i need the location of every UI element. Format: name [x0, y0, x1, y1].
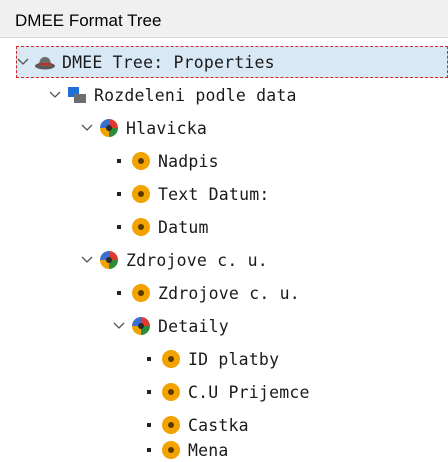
- tree-node-label: Hlavicka: [126, 118, 208, 138]
- bullet-icon: [142, 418, 156, 432]
- tree-node-label: Datum: [158, 217, 209, 237]
- tree-node-root[interactable]: DMEE Tree: Properties: [16, 46, 448, 78]
- bullet-icon: [142, 443, 156, 457]
- hat-icon: [34, 51, 56, 73]
- chevron-down-icon[interactable]: [80, 121, 94, 135]
- tree-node-label: DMEE Tree: Properties: [62, 52, 275, 72]
- orange-circle-icon: [160, 414, 182, 436]
- tree-node-element[interactable]: Mena: [142, 438, 229, 462]
- orange-circle-icon: [130, 150, 152, 172]
- tree-node-label: Detaily: [158, 316, 229, 336]
- segment-icon: [66, 84, 88, 106]
- multicolor-ball-icon: [98, 117, 120, 139]
- orange-circle-icon: [160, 348, 182, 370]
- chevron-down-icon[interactable]: [112, 319, 126, 333]
- bullet-icon: [112, 220, 126, 234]
- chevron-down-icon[interactable]: [48, 88, 62, 102]
- tree-node-element[interactable]: Zdrojove c. u.: [112, 277, 300, 309]
- bullet-icon: [142, 352, 156, 366]
- tree-node-element[interactable]: C.U Prijemce: [142, 376, 310, 408]
- tree-node-label: Nadpis: [158, 151, 219, 171]
- bullet-icon: [142, 385, 156, 399]
- tree-node-label: Mena: [188, 440, 229, 460]
- chevron-down-icon[interactable]: [16, 55, 30, 69]
- orange-circle-icon: [160, 381, 182, 403]
- tree-node-label: Zdrojove c. u.: [158, 283, 300, 303]
- multicolor-ball-icon: [130, 315, 152, 337]
- tree-node-label: Text Datum:: [158, 184, 270, 204]
- orange-circle-icon: [130, 183, 152, 205]
- tree-node-label: ID platby: [188, 349, 280, 369]
- tree-node-label: Zdrojove c. u.: [126, 250, 268, 270]
- chevron-down-icon[interactable]: [80, 253, 94, 267]
- tree-node-label: C.U Prijemce: [188, 382, 310, 402]
- tree-title: DMEE Format Tree: [15, 11, 162, 30]
- bullet-icon: [112, 187, 126, 201]
- orange-circle-icon: [130, 216, 152, 238]
- multicolor-ball-icon: [98, 249, 120, 271]
- tree-node-element[interactable]: Text Datum:: [112, 178, 269, 210]
- tree-node-label: Castka: [188, 415, 249, 435]
- dmee-tree: DMEE Tree: Properties Rozdeleni podle da…: [0, 38, 448, 462]
- tree-node-element[interactable]: Datum: [112, 211, 209, 243]
- orange-circle-icon: [130, 282, 152, 304]
- tree-node-segment[interactable]: Rozdeleni podle data: [48, 79, 297, 111]
- tree-node-element[interactable]: Castka: [142, 409, 249, 441]
- tree-header: DMEE Format Tree: [0, 0, 448, 38]
- tree-node-label: Rozdeleni podle data: [94, 85, 297, 105]
- bullet-icon: [112, 286, 126, 300]
- tree-node-element[interactable]: ID platby: [142, 343, 279, 375]
- tree-node-composite[interactable]: Hlavicka: [80, 112, 207, 144]
- tree-node-composite[interactable]: Zdrojove c. u.: [80, 244, 268, 276]
- orange-circle-icon: [160, 439, 182, 461]
- tree-node-element[interactable]: Nadpis: [112, 145, 219, 177]
- tree-node-composite[interactable]: Detaily: [112, 310, 229, 342]
- bullet-icon: [112, 154, 126, 168]
